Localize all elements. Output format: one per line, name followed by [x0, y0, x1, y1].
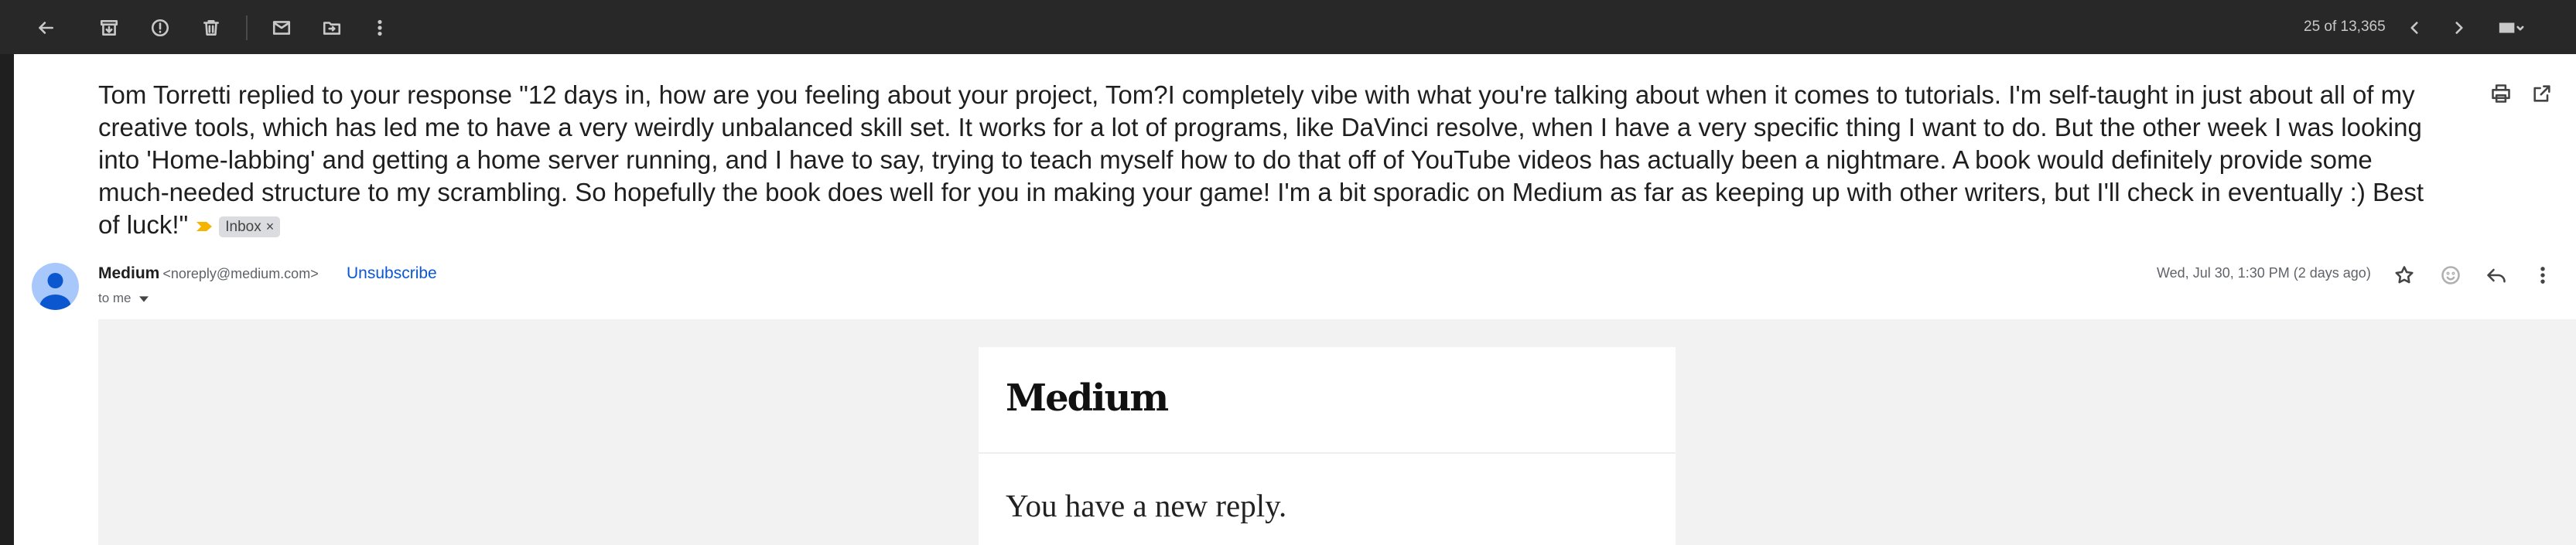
card-divider [979, 452, 1676, 454]
reply-heading: You have a new reply. [1006, 488, 1287, 523]
report-spam-icon[interactable] [143, 11, 177, 45]
open-in-new-window-icon[interactable] [2529, 80, 2555, 107]
keyboard-icon[interactable] [2490, 11, 2532, 45]
caret-down-icon [139, 296, 149, 302]
unsubscribe-link[interactable]: Unsubscribe [347, 264, 437, 283]
move-to-icon[interactable] [315, 11, 349, 45]
subject-text: Tom Torretti replied to your response "1… [98, 80, 2424, 239]
inbox-label[interactable]: Inbox × [219, 216, 281, 237]
message-counter: 25 of 13,365 [2304, 19, 2386, 35]
sender-email: <noreply@medium.com> [162, 266, 319, 281]
sender-info: Medium <noreply@medium.com> [98, 264, 319, 283]
medium-logo[interactable]: Medium [1006, 376, 1169, 420]
inbox-label-text: Inbox [225, 218, 261, 235]
toolbar-divider [246, 15, 248, 40]
more-vert-icon[interactable] [363, 11, 397, 45]
delete-icon[interactable] [194, 11, 228, 45]
avatar[interactable] [32, 263, 79, 310]
person-icon [39, 273, 71, 310]
star-icon[interactable] [2391, 262, 2417, 288]
message-more-icon[interactable] [2530, 262, 2556, 288]
top-toolbar: 25 of 13,365 [0, 0, 2576, 54]
email-subject: Tom Torretti replied to your response "1… [98, 79, 2450, 241]
important-marker-icon[interactable] [196, 221, 213, 232]
remove-label-icon[interactable]: × [266, 219, 275, 234]
sender-name[interactable]: Medium [98, 264, 159, 282]
archive-icon[interactable] [92, 11, 126, 45]
message-date: Wed, Jul 30, 1:30 PM (2 days ago) [2157, 265, 2371, 281]
mark-unread-icon[interactable] [265, 11, 299, 45]
emoji-react-icon[interactable] [2438, 262, 2464, 288]
recipients-text: to me [98, 291, 132, 305]
print-icon[interactable] [2488, 80, 2514, 107]
chevron-left-icon[interactable] [2397, 11, 2431, 45]
chevron-right-icon[interactable] [2442, 11, 2476, 45]
reply-icon[interactable] [2483, 262, 2509, 288]
back-arrow-icon[interactable] [29, 11, 63, 45]
recipients-toggle[interactable]: to me [98, 291, 149, 306]
